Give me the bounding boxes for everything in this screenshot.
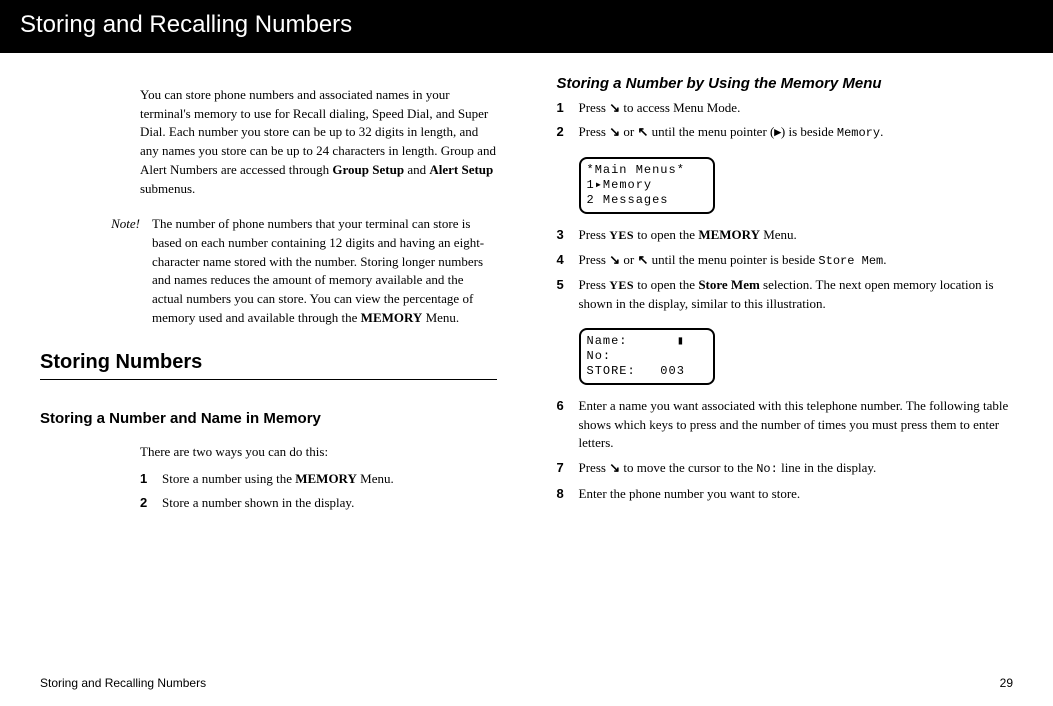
step-text: Press ↘ to access Menu Mode. bbox=[579, 99, 1014, 118]
s4-a: Press bbox=[579, 252, 610, 267]
store-mem-label: Store Mem bbox=[818, 254, 883, 268]
s2-c: until the menu pointer ( bbox=[648, 124, 774, 139]
s7-a: Press bbox=[579, 460, 610, 475]
s7-b: to move the cursor to the bbox=[620, 460, 756, 475]
list-item: 2 Store a number shown in the display. bbox=[140, 494, 497, 513]
step-text: Press ↘ or ↖ until the menu pointer (▸) … bbox=[579, 123, 1014, 142]
alert-setup-label: Alert Setup bbox=[429, 162, 493, 177]
step-text: Press ↘ to move the cursor to the No: li… bbox=[579, 459, 1014, 478]
section-storing-numbers: Storing Numbers bbox=[40, 348, 497, 380]
step-text: Enter the phone number you want to store… bbox=[579, 485, 1014, 504]
subsection-intro: There are two ways you can do this: bbox=[140, 443, 497, 462]
lcd-line: 2 Messages bbox=[587, 193, 707, 208]
lcd-line: Name: ▮ bbox=[587, 334, 707, 349]
yes-key: YES bbox=[609, 278, 634, 292]
no-field-label: No: bbox=[756, 462, 778, 476]
s2-d: ) is beside bbox=[781, 124, 837, 139]
step-text: Press ↘ or ↖ until the menu pointer is b… bbox=[579, 251, 1014, 270]
group-setup-label: Group Setup bbox=[332, 162, 404, 177]
list-item: 1 Press ↘ to access Menu Mode. bbox=[557, 99, 1014, 118]
s4-d: . bbox=[883, 252, 886, 267]
memory-label: Memory bbox=[837, 126, 880, 140]
store-mem-ref: Store Mem bbox=[698, 277, 759, 292]
s4-b: or bbox=[620, 252, 637, 267]
footer-section-title: Storing and Recalling Numbers bbox=[40, 675, 206, 692]
memory-menu-ref: MEMORY bbox=[698, 227, 760, 242]
s3-a: Press bbox=[579, 227, 610, 242]
s3-c: Menu. bbox=[760, 227, 797, 242]
list-item: 6 Enter a name you want associated with … bbox=[557, 397, 1014, 454]
list-item: 8 Enter the phone number you want to sto… bbox=[557, 485, 1014, 504]
s5-b: to open the bbox=[634, 277, 698, 292]
list-item: 2 Press ↘ or ↖ until the menu pointer (▸… bbox=[557, 123, 1014, 142]
memory-menu-ref: MEMORY bbox=[295, 471, 357, 486]
step1-b: Menu. bbox=[357, 471, 394, 486]
down-arrow-icon: ↘ bbox=[609, 124, 620, 139]
note-text-a: The number of phone numbers that your te… bbox=[152, 216, 484, 325]
step-text: Press YES to open the MEMORY Menu. bbox=[579, 226, 1014, 245]
step-number: 7 bbox=[557, 459, 579, 478]
s4-c: until the menu pointer is beside bbox=[648, 252, 818, 267]
page-title-banner: Storing and Recalling Numbers bbox=[0, 0, 1053, 53]
step-number: 1 bbox=[140, 470, 162, 489]
step-number: 1 bbox=[557, 99, 579, 118]
down-arrow-icon: ↘ bbox=[609, 460, 620, 475]
subsection-memory-menu: Storing a Number by Using the Memory Men… bbox=[557, 73, 1014, 95]
list-item: 3 Press YES to open the MEMORY Menu. bbox=[557, 226, 1014, 245]
lcd-line: 1▸Memory bbox=[587, 178, 707, 193]
list-item: 7 Press ↘ to move the cursor to the No: … bbox=[557, 459, 1014, 478]
lcd-display-store: Name: ▮ No: STORE: 003 bbox=[579, 328, 715, 385]
note-text-b: Menu. bbox=[422, 310, 459, 325]
lcd-display-main-menus: *Main Menus* 1▸Memory 2 Messages bbox=[579, 157, 715, 214]
page-footer: Storing and Recalling Numbers 29 bbox=[40, 675, 1013, 692]
intro-and: and bbox=[404, 162, 429, 177]
s1-b: to access Menu Mode. bbox=[620, 100, 740, 115]
step-number: 4 bbox=[557, 251, 579, 270]
list-item: 4 Press ↘ or ↖ until the menu pointer is… bbox=[557, 251, 1014, 270]
note-block: Note! The number of phone numbers that y… bbox=[40, 215, 497, 328]
lcd-line: *Main Menus* bbox=[587, 163, 707, 178]
s2-a: Press bbox=[579, 124, 610, 139]
down-arrow-icon: ↘ bbox=[609, 252, 620, 267]
subsection-store-name: Storing a Number and Name in Memory bbox=[40, 408, 497, 430]
step1-a: Store a number using the bbox=[162, 471, 295, 486]
s2-b: or bbox=[620, 124, 637, 139]
s2-e: . bbox=[880, 124, 883, 139]
step-text: Press YES to open the Store Mem selectio… bbox=[579, 276, 1014, 314]
step-text: Store a number shown in the display. bbox=[162, 494, 497, 513]
down-arrow-icon: ↘ bbox=[609, 100, 620, 115]
intro-paragraph: You can store phone numbers and associat… bbox=[140, 86, 497, 199]
left-column: You can store phone numbers and associat… bbox=[40, 73, 497, 519]
left-step-list: 1 Store a number using the MEMORY Menu. … bbox=[140, 470, 497, 514]
step-number: 3 bbox=[557, 226, 579, 245]
lcd-line: No: bbox=[587, 349, 707, 364]
step-number: 2 bbox=[140, 494, 162, 513]
step-number: 2 bbox=[557, 123, 579, 142]
list-item: 1 Store a number using the MEMORY Menu. bbox=[140, 470, 497, 489]
note-text: The number of phone numbers that your te… bbox=[152, 215, 497, 328]
step-text: Enter a name you want associated with th… bbox=[579, 397, 1014, 454]
s1-a: Press bbox=[579, 100, 610, 115]
s7-c: line in the display. bbox=[778, 460, 876, 475]
list-item: 5 Press YES to open the Store Mem select… bbox=[557, 276, 1014, 314]
step-number: 5 bbox=[557, 276, 579, 314]
page-number: 29 bbox=[1000, 675, 1013, 692]
yes-key: YES bbox=[609, 228, 634, 242]
s3-b: to open the bbox=[634, 227, 698, 242]
step-number: 8 bbox=[557, 485, 579, 504]
note-label: Note! bbox=[40, 215, 152, 328]
step-number: 6 bbox=[557, 397, 579, 454]
right-column: Storing a Number by Using the Memory Men… bbox=[557, 73, 1014, 519]
step-text: Store a number using the MEMORY Menu. bbox=[162, 470, 497, 489]
right-step-list: 1 Press ↘ to access Menu Mode. 2 Press ↘… bbox=[557, 99, 1014, 504]
lcd-line: STORE: 003 bbox=[587, 364, 707, 379]
intro-text-b: submenus. bbox=[140, 181, 195, 196]
s5-a: Press bbox=[579, 277, 610, 292]
memory-menu-ref: MEMORY bbox=[361, 310, 423, 325]
page-body: You can store phone numbers and associat… bbox=[0, 53, 1053, 519]
up-arrow-icon: ↖ bbox=[637, 252, 648, 267]
up-arrow-icon: ↖ bbox=[637, 124, 648, 139]
